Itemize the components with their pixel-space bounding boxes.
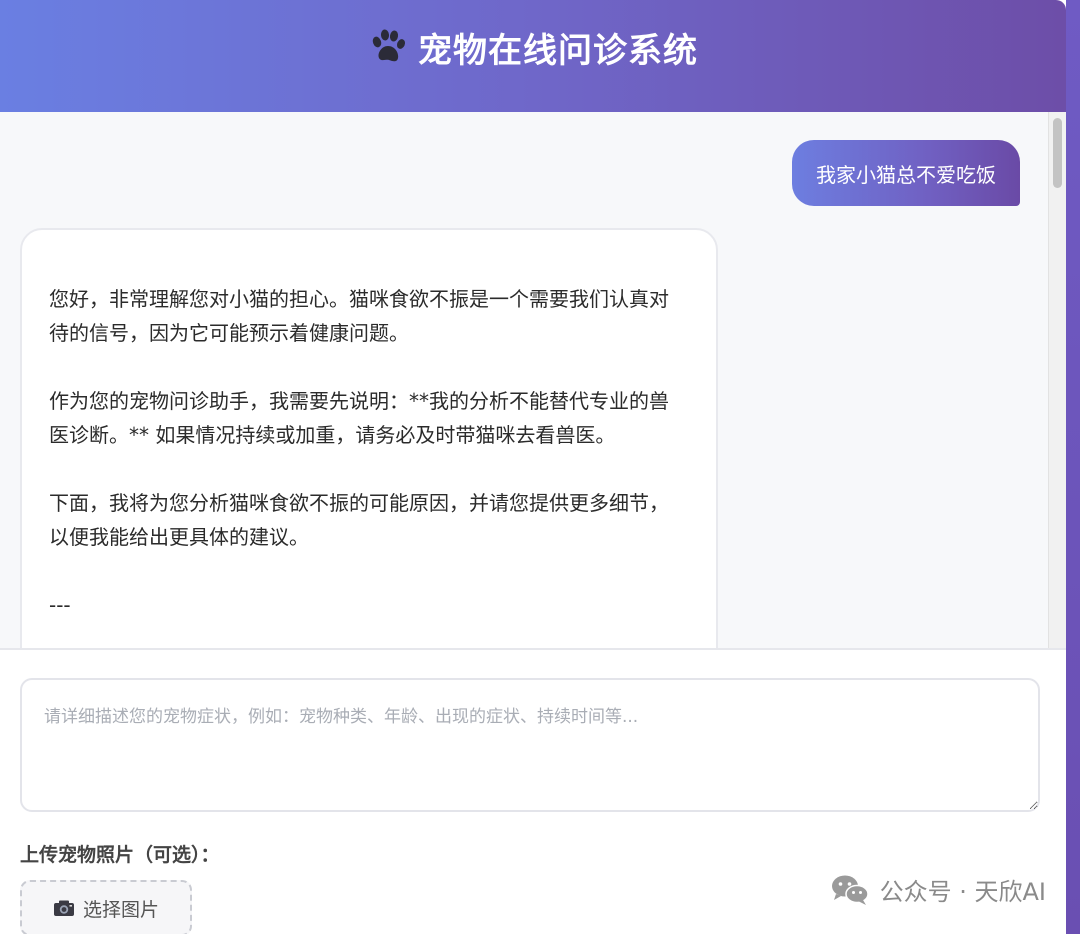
assistant-paragraph: 下面，我将为您分析猫咪食欲不振的可能原因，并请您提供更多细节，以便我能给出更具体… xyxy=(49,491,669,549)
camera-icon xyxy=(53,899,75,917)
chat-scrollbar[interactable] xyxy=(1048,112,1066,648)
wechat-icon xyxy=(830,873,870,907)
watermark: 公众号 · 天欣AI xyxy=(830,872,1046,907)
page-title: 宠物在线问诊系统 xyxy=(418,30,698,71)
assistant-message-bubble: 您好，非常理解您对小猫的担心。猫咪食欲不振是一个需要我们认真对待的信号，因为它可… xyxy=(20,228,718,648)
assistant-paragraph: 您好，非常理解您对小猫的担心。猫咪食欲不振是一个需要我们认真对待的信号，因为它可… xyxy=(49,287,669,345)
paw-icon xyxy=(368,27,408,67)
user-message-text: 我家小猫总不爱吃饭 xyxy=(816,162,996,187)
upload-photo-label: 上传宠物照片（可选）： xyxy=(20,844,220,866)
header-title-group: 宠物在线问诊系统 xyxy=(368,23,698,72)
app-header: 宠物在线问诊系统 xyxy=(0,0,1066,112)
watermark-text: 公众号 · 天欣AI xyxy=(879,878,1046,906)
user-message-bubble: 我家小猫总不爱吃饭 xyxy=(792,140,1020,206)
page-background-strip xyxy=(1066,0,1080,934)
chat-messages-area[interactable]: 我家小猫总不爱吃饭 您好，非常理解您对小猫的担心。猫咪食欲不振是一个需要我们认真… xyxy=(0,112,1048,648)
chat-scrollbar-thumb[interactable] xyxy=(1053,118,1062,188)
assistant-paragraph: 作为您的宠物问诊助手，我需要先说明：**我的分析不能替代专业的兽医诊断。** 如… xyxy=(49,389,669,447)
symptom-description-input[interactable] xyxy=(20,678,1040,812)
choose-image-label: 选择图片 xyxy=(82,898,159,921)
assistant-paragraph: --- xyxy=(49,593,71,617)
app-window: 宠物在线问诊系统 我家小猫总不爱吃饭 您好，非常理解您对小猫的担心。猫咪食欲不振… xyxy=(0,0,1080,934)
choose-image-button[interactable]: 选择图片 xyxy=(20,880,192,934)
